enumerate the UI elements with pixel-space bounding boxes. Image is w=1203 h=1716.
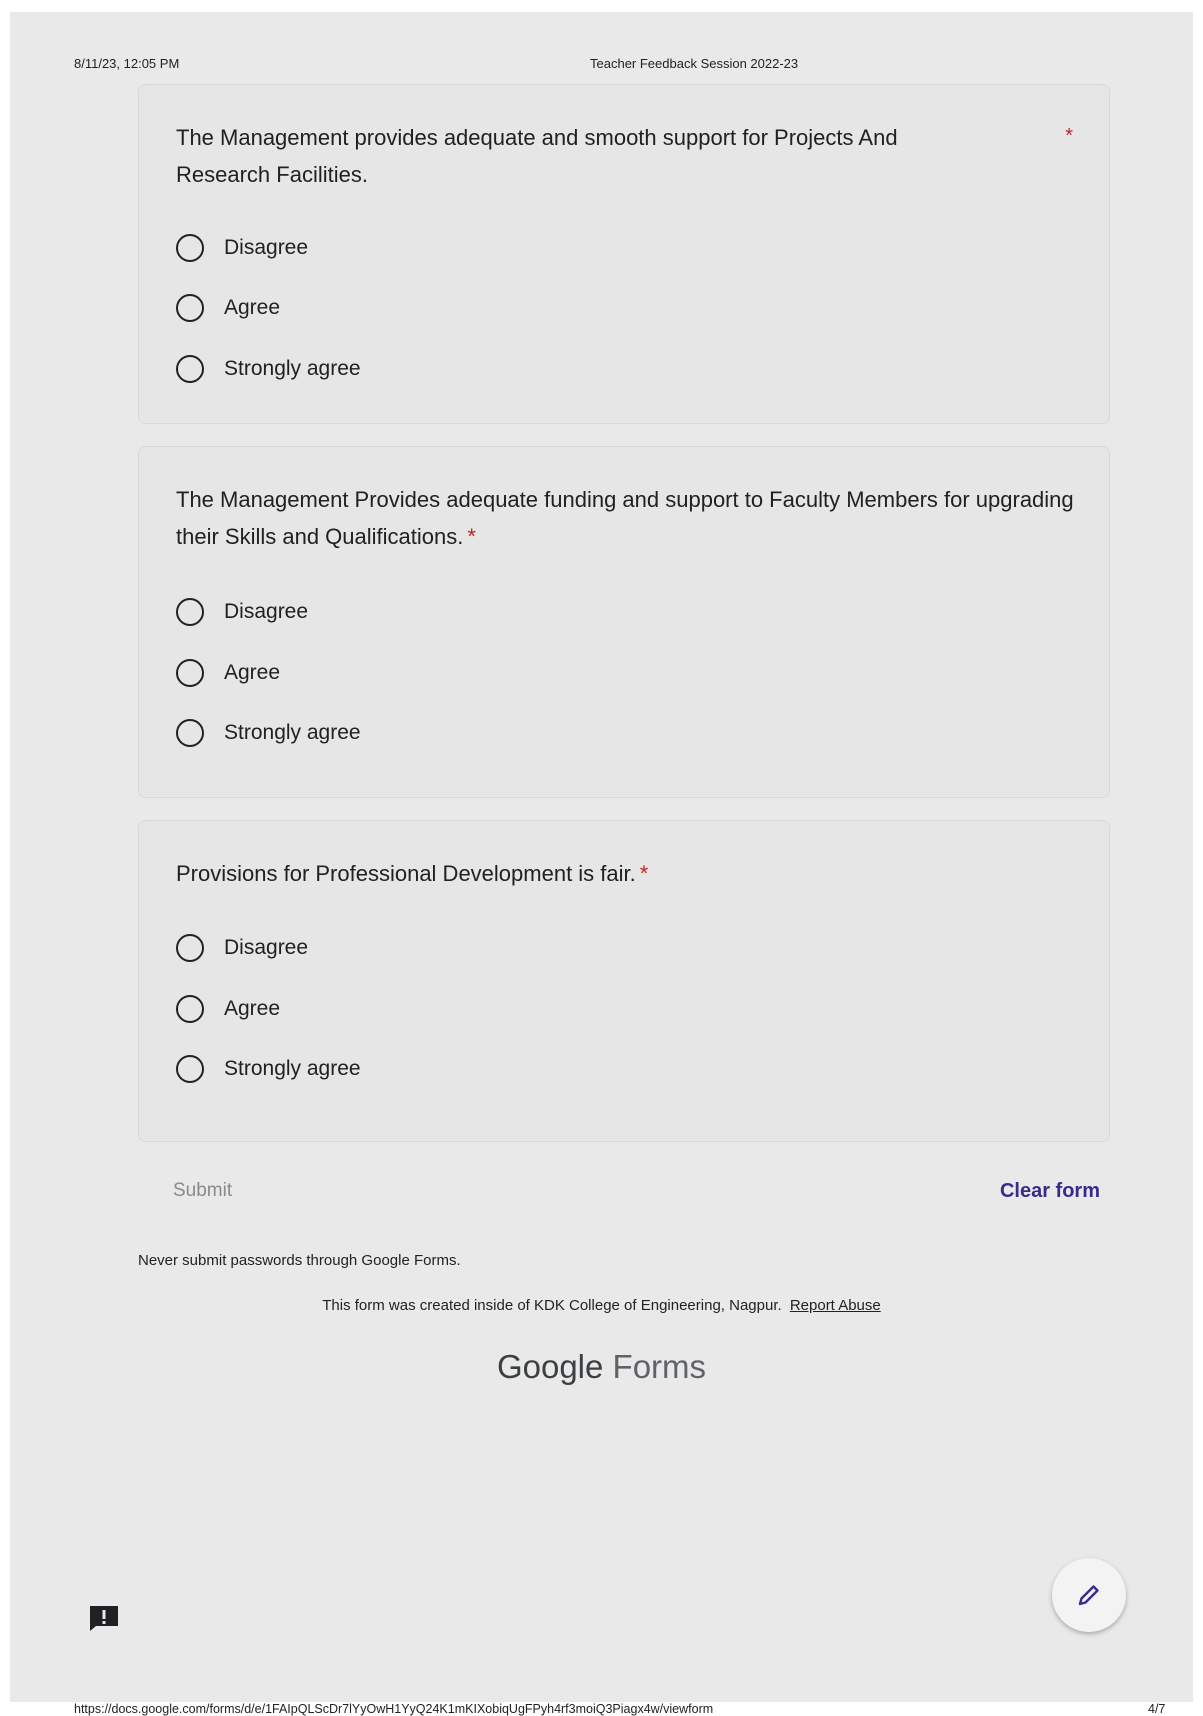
option-disagree[interactable]: Disagree [176,933,308,963]
question-card-2: The Management Provides adequate funding… [138,446,1110,798]
option-strongly-agree[interactable]: Strongly agree [176,718,361,748]
option-label: Strongly agree [224,1057,361,1080]
radio-button[interactable] [176,1055,204,1083]
question-text-3: Provisions for Professional Development … [176,861,649,886]
option-label: Agree [224,661,281,684]
form-page: 8/11/23, 12:05 PM Teacher Feedback Sessi… [10,12,1193,1716]
radio-button[interactable] [176,995,204,1023]
print-date: 8/11/23, 12:05 PM [74,56,180,71]
radio-button[interactable] [176,355,204,383]
clear-form-button[interactable]: Clear form [1000,1180,1100,1203]
logo-google: Google [496,1348,604,1385]
submit-button[interactable]: Submit [173,1180,232,1202]
google-forms-logo[interactable]: Google Forms [10,1348,1193,1386]
feedback-icon[interactable] [88,1604,120,1632]
option-label: Strongly agree [224,721,361,744]
password-warning: Never submit passwords through Google Fo… [138,1252,461,1269]
page-number: 4/7 [1148,1702,1166,1716]
created-text: This form was created inside of KDK Coll… [322,1297,782,1314]
report-abuse-link[interactable]: Report Abuse [790,1297,881,1314]
radio-button[interactable] [176,598,204,626]
radio-button[interactable] [176,934,204,962]
option-label: Agree [224,296,281,319]
print-url: https://docs.google.com/forms/d/e/1FAIpQ… [74,1702,714,1716]
option-label: Agree [224,997,281,1020]
option-strongly-agree[interactable]: Strongly agree [176,1054,361,1084]
question-text-2: The Management Provides adequate funding… [176,487,1074,549]
radio-button[interactable] [176,294,204,322]
radio-button[interactable] [176,719,204,747]
required-mark: * [467,524,476,549]
pencil-icon [1078,1585,1099,1606]
question-text-1: The Management provides adequate and smo… [176,125,898,187]
option-disagree[interactable]: Disagree [176,597,308,627]
radio-button[interactable] [176,234,204,262]
option-disagree[interactable]: Disagree [176,233,308,263]
created-notice: This form was created inside of KDK Coll… [10,1297,1193,1314]
radio-button[interactable] [176,659,204,687]
print-title: Teacher Feedback Session 2022-23 [590,56,799,71]
required-mark: * [639,861,649,886]
required-mark: * [1065,125,1073,147]
option-label: Disagree [224,600,309,623]
question-card-1: The Management provides adequate and smo… [138,84,1110,424]
edit-button[interactable] [1052,1558,1126,1632]
option-agree[interactable]: Agree [176,658,280,688]
question-card-3: Provisions for Professional Development … [138,820,1110,1142]
option-agree[interactable]: Agree [176,994,280,1024]
option-label: Strongly agree [224,357,361,380]
option-label: Disagree [224,936,309,959]
option-strongly-agree[interactable]: Strongly agree [176,354,361,384]
form-actions: Submit Clear form [138,1180,1110,1210]
logo-forms: Forms [612,1348,707,1385]
option-label: Disagree [224,236,309,259]
option-agree[interactable]: Agree [176,293,280,323]
